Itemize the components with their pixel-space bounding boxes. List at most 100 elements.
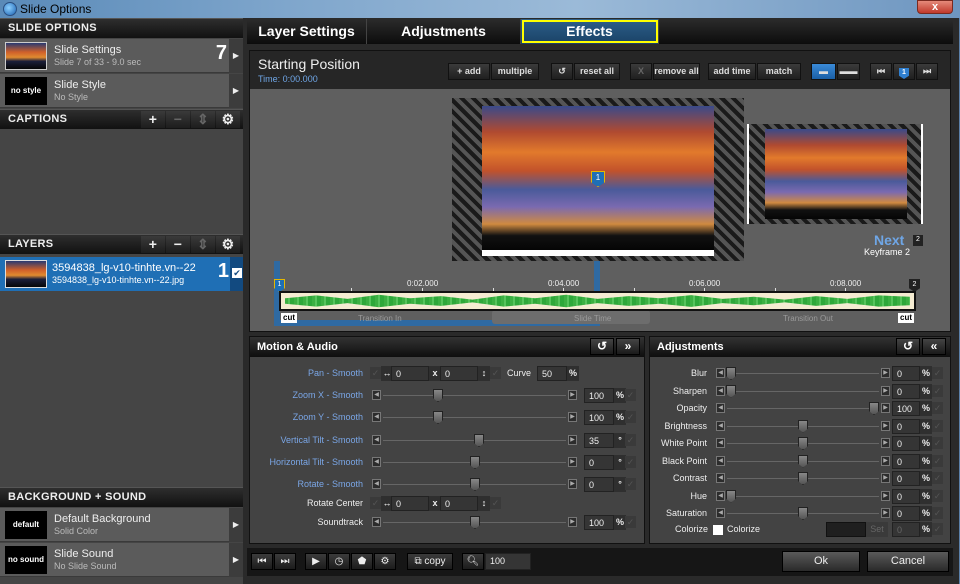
adjustment-slider[interactable]: ◀ ▶ [716, 489, 890, 503]
slider-track[interactable] [727, 373, 879, 374]
slider-left-arrow-icon[interactable]: ◀ [372, 479, 381, 489]
reset-motion-icon[interactable]: ↺ [590, 338, 614, 355]
copy-button[interactable]: ⧉ copy [407, 553, 453, 570]
slider-thumb[interactable] [470, 456, 480, 469]
slide-settings-item[interactable]: Slide Settings Slide 7 of 33 - 9.0 sec 7… [0, 39, 243, 73]
smooth-check-icon[interactable]: ✓ [625, 434, 636, 446]
adjustment-value-input[interactable]: 0 [892, 488, 920, 504]
transition-out-label[interactable]: Transition Out [783, 314, 833, 323]
adjustment-slider[interactable]: ◀ ▶ [716, 454, 890, 468]
expand-panel-icon[interactable]: » [616, 338, 640, 355]
tab-layer-settings[interactable]: Layer Settings [247, 19, 367, 44]
slider-thumb[interactable] [798, 437, 808, 450]
adjustment-value-input[interactable]: 0 [892, 383, 920, 399]
chevron-right-icon[interactable]: ▶ [229, 39, 243, 73]
smooth-check-icon[interactable]: ✓ [370, 367, 381, 379]
adjustment-slider[interactable]: ◀ ▶ [716, 419, 890, 433]
slider-thumb[interactable] [798, 419, 808, 433]
slider-left-arrow-icon[interactable]: ◀ [716, 385, 725, 396]
caption-settings-gear-icon[interactable]: ⚙ [216, 111, 240, 128]
slider-left-arrow-icon[interactable]: ◀ [716, 473, 725, 483]
match-button[interactable]: match [757, 63, 801, 80]
slider-right-arrow-icon[interactable]: ▶ [881, 508, 890, 518]
slider-left-arrow-icon[interactable]: ◀ [716, 508, 725, 518]
slider-left-arrow-icon[interactable]: ◀ [372, 517, 381, 527]
motion-value-input[interactable]: 100 [584, 410, 614, 425]
sound-item[interactable]: no sound Slide Sound No Slide Sound ▶ [0, 543, 243, 577]
smooth-check-icon[interactable]: ✓ [625, 478, 636, 490]
next-keyframe-link[interactable]: Next [874, 232, 904, 248]
remove-layer-button[interactable]: − [166, 236, 190, 253]
colorize-check-icon[interactable]: ✓ [932, 523, 943, 535]
smooth-check-icon[interactable]: ✓ [490, 497, 501, 509]
slider-thumb[interactable] [798, 472, 808, 485]
slider-thumb[interactable] [433, 411, 443, 424]
adjustment-check-icon[interactable]: ✓ [932, 384, 943, 397]
keyframe-marker-icon[interactable]: 1 [893, 63, 915, 80]
slider-left-arrow-icon[interactable]: ◀ [372, 435, 381, 445]
slider-right-arrow-icon[interactable]: ▶ [881, 438, 890, 448]
slider-thumb[interactable] [433, 389, 443, 402]
remove-icon[interactable]: X [630, 63, 652, 80]
adjustment-value-input[interactable]: 0 [892, 506, 920, 521]
slider-right-arrow-icon[interactable]: ▶ [881, 368, 890, 378]
remove-all-button[interactable]: remove all [653, 63, 700, 80]
slider-right-arrow-icon[interactable]: ▶ [568, 479, 577, 489]
split-view-icon[interactable]: ▬▬ [837, 63, 860, 80]
remove-caption-button[interactable]: − [166, 111, 190, 128]
next-keyframe-preview[interactable] [747, 124, 923, 224]
y-value-input[interactable]: 0 [440, 366, 478, 381]
slider-right-arrow-icon[interactable]: ▶ [881, 420, 890, 431]
chevron-right-icon[interactable]: ▶ [229, 74, 243, 108]
slider-right-arrow-icon[interactable]: ▶ [881, 455, 890, 466]
slider-left-arrow-icon[interactable]: ◀ [716, 403, 725, 413]
x-value-input[interactable]: 0 [391, 366, 429, 381]
colorize-checkbox[interactable] [713, 525, 723, 535]
add-keyframe-button[interactable]: + add [448, 63, 490, 80]
previous-keyframe-icon[interactable]: ⏮ [870, 63, 892, 80]
layer-settings-gear-icon[interactable]: ⚙ [216, 236, 240, 253]
adjustment-value-input[interactable]: 0 [892, 418, 920, 434]
slider-track[interactable] [727, 495, 879, 497]
slider-right-arrow-icon[interactable]: ▶ [881, 385, 890, 396]
settings-gear-icon[interactable]: ⚙ [374, 553, 396, 570]
next-slide-icon[interactable]: ⏭ [274, 553, 296, 570]
slider-left-arrow-icon[interactable]: ◀ [372, 412, 381, 422]
motion-value-input[interactable]: 35 [584, 433, 614, 448]
y-value-input[interactable]: 0 [440, 496, 478, 511]
colorize-color-swatch[interactable] [826, 522, 866, 537]
previous-slide-icon[interactable]: ⏮ [251, 553, 273, 570]
reorder-caption-button[interactable]: ⇕ [191, 111, 215, 128]
motion-slider[interactable]: ◀ ▶ [372, 411, 577, 424]
colorize-set-button[interactable]: Set [866, 522, 888, 537]
motion-slider[interactable]: ◀ ▶ [372, 434, 577, 447]
reset-adjustments-icon[interactable]: ↺ [896, 338, 920, 355]
collapse-panel-icon[interactable]: « [922, 338, 946, 355]
slider-track[interactable] [383, 417, 566, 418]
slider-right-arrow-icon[interactable]: ▶ [568, 435, 577, 445]
layer-item[interactable]: 3594838_lg-v10-tinhte.vn--22 3594838_lg-… [0, 257, 243, 291]
chevron-right-icon[interactable]: ▶ [229, 508, 243, 542]
motion-value-input[interactable]: 0 [584, 455, 614, 470]
slider-left-arrow-icon[interactable]: ◀ [372, 390, 381, 400]
motion-slider[interactable]: ◀ ▶ [372, 478, 577, 491]
zoom-input[interactable]: 100 [485, 553, 531, 570]
single-view-icon[interactable]: ▬ [811, 63, 836, 80]
adjustment-slider[interactable]: ◀ ▶ [716, 472, 890, 485]
motion-value-input[interactable]: 0 [584, 477, 614, 492]
zoom-icon[interactable]: 🔍︎ [462, 553, 484, 570]
adjustment-check-icon[interactable]: ✓ [932, 367, 943, 379]
slide-style-item[interactable]: no style Slide Style No Style ▶ [0, 74, 243, 108]
add-caption-button[interactable]: + [141, 111, 165, 128]
slider-thumb[interactable] [470, 516, 480, 529]
slider-thumb[interactable] [470, 478, 480, 491]
x-value-input[interactable]: 0 [391, 496, 429, 511]
slider-right-arrow-icon[interactable]: ▶ [881, 473, 890, 483]
smooth-check-icon[interactable]: ✓ [625, 516, 636, 528]
layer-visible-checkbox[interactable]: ✔ [230, 257, 243, 291]
slider-right-arrow-icon[interactable]: ▶ [568, 457, 577, 467]
slider-left-arrow-icon[interactable]: ◀ [716, 420, 725, 431]
motion-slider[interactable]: ◀ ▶ [372, 516, 577, 529]
motion-value-input[interactable]: 100 [584, 388, 614, 403]
adjustment-slider[interactable]: ◀ ▶ [716, 507, 890, 520]
